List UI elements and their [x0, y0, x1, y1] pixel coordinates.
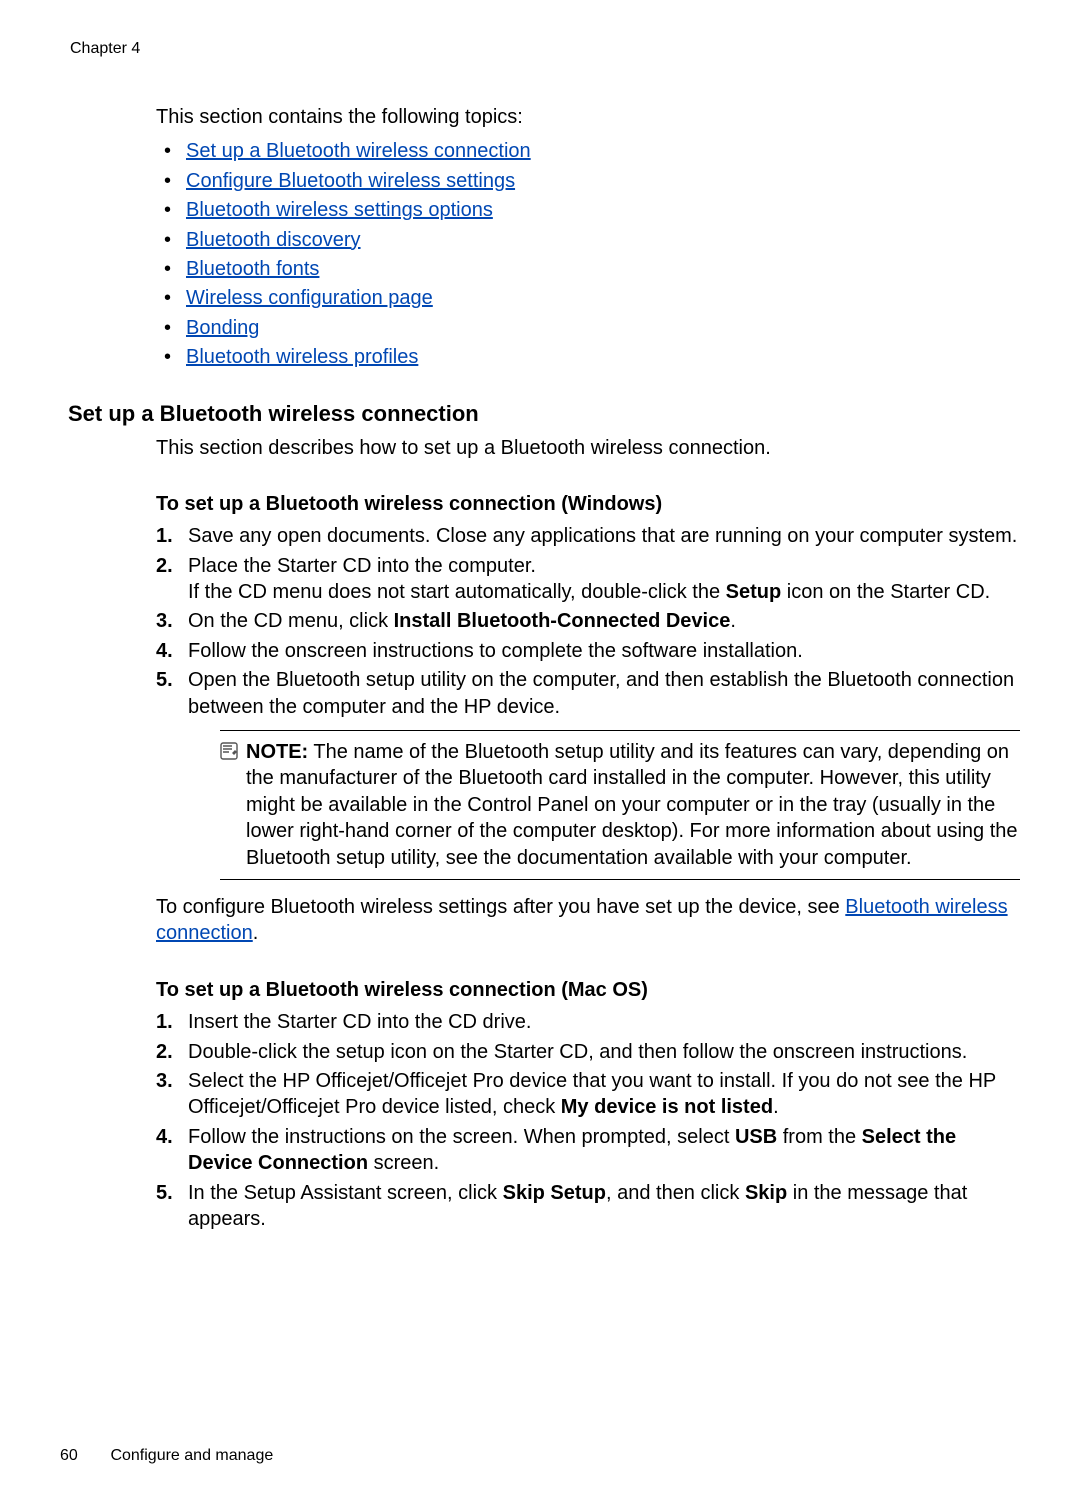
bold-text: Skip	[745, 1182, 787, 1204]
toc-item: Bluetooth wireless settings options	[156, 197, 1020, 223]
toc-link[interactable]: Set up a Bluetooth wireless connection	[186, 140, 531, 162]
step: Place the Starter CD into the computer. …	[156, 553, 1020, 606]
windows-steps: Save any open documents. Close any appli…	[156, 523, 1020, 880]
page-number: 60	[60, 1447, 106, 1465]
toc-link[interactable]: Bluetooth wireless profiles	[186, 346, 418, 368]
step-text: Save any open documents. Close any appli…	[188, 525, 1017, 547]
bold-text: Setup	[726, 581, 782, 603]
after-note: To configure Bluetooth wireless settings…	[156, 894, 1020, 947]
bold-text: USB	[735, 1126, 777, 1148]
step-text: If the CD menu does not start automatica…	[188, 581, 726, 603]
step-text: screen.	[368, 1152, 439, 1174]
note-label: NOTE:	[246, 741, 308, 763]
step: Select the HP Officejet/Officejet Pro de…	[156, 1068, 1020, 1121]
step: On the CD menu, click Install Bluetooth-…	[156, 608, 1020, 634]
step: Open the Bluetooth setup utility on the …	[156, 667, 1020, 880]
step-text: On the CD menu, click	[188, 610, 394, 632]
toc-link[interactable]: Bonding	[186, 317, 259, 339]
toc-item: Bluetooth fonts	[156, 256, 1020, 282]
step-text: .	[730, 610, 736, 632]
step-text: from the	[777, 1126, 861, 1148]
toc-item: Set up a Bluetooth wireless connection	[156, 138, 1020, 164]
intro-text: This section contains the following topi…	[156, 104, 1020, 130]
step-text: Follow the instructions on the screen. W…	[188, 1126, 735, 1148]
note-box: NOTE: The name of the Bluetooth setup ut…	[220, 730, 1020, 880]
step-text: Place the Starter CD into the computer.	[188, 555, 536, 577]
section-heading: Set up a Bluetooth wireless connection	[68, 401, 1020, 427]
toc-link[interactable]: Bluetooth fonts	[186, 258, 319, 280]
toc-link[interactable]: Wireless configuration page	[186, 287, 433, 309]
text: .	[253, 922, 259, 944]
step-text: icon on the Starter CD.	[781, 581, 990, 603]
toc-item: Wireless configuration page	[156, 285, 1020, 311]
mac-steps: Insert the Starter CD into the CD drive.…	[156, 1009, 1020, 1232]
step-text: Open the Bluetooth setup utility on the …	[188, 669, 1014, 717]
mac-subheading: To set up a Bluetooth wireless connectio…	[156, 977, 1020, 1003]
bold-text: Install Bluetooth-Connected Device	[394, 610, 731, 632]
step-text: , and then click	[606, 1182, 745, 1204]
step: Follow the onscreen instructions to comp…	[156, 638, 1020, 664]
footer-title: Configure and manage	[110, 1447, 273, 1464]
step: Save any open documents. Close any appli…	[156, 523, 1020, 549]
footer: 60 Configure and manage	[60, 1447, 273, 1465]
toc-item: Bonding	[156, 315, 1020, 341]
bold-text: Skip Setup	[503, 1182, 606, 1204]
step-text: Double-click the setup icon on the Start…	[188, 1041, 967, 1063]
toc-link[interactable]: Bluetooth wireless settings options	[186, 199, 493, 221]
toc-list: Set up a Bluetooth wireless connection C…	[156, 138, 1020, 370]
step: In the Setup Assistant screen, click Ski…	[156, 1180, 1020, 1233]
text: To configure Bluetooth wireless settings…	[156, 896, 845, 918]
section-desc: This section describes how to set up a B…	[156, 435, 1020, 461]
step-text: Follow the onscreen instructions to comp…	[188, 640, 803, 662]
windows-subheading: To set up a Bluetooth wireless connectio…	[156, 491, 1020, 517]
toc-item: Bluetooth discovery	[156, 227, 1020, 253]
note-text: The name of the Bluetooth setup utility …	[246, 741, 1018, 869]
step: Follow the instructions on the screen. W…	[156, 1124, 1020, 1177]
toc-link[interactable]: Configure Bluetooth wireless settings	[186, 170, 515, 192]
step-text: .	[773, 1096, 779, 1118]
step-text: In the Setup Assistant screen, click	[188, 1182, 503, 1204]
page: Chapter 4 This section contains the foll…	[0, 0, 1080, 1495]
note-icon	[220, 741, 238, 759]
toc-item: Configure Bluetooth wireless settings	[156, 168, 1020, 194]
bold-text: My device is not listed	[561, 1096, 773, 1118]
step-text: Insert the Starter CD into the CD drive.	[188, 1011, 531, 1033]
step: Double-click the setup icon on the Start…	[156, 1039, 1020, 1065]
toc-link[interactable]: Bluetooth discovery	[186, 229, 361, 251]
step: Insert the Starter CD into the CD drive.	[156, 1009, 1020, 1035]
chapter-label: Chapter 4	[70, 40, 1020, 58]
toc-item: Bluetooth wireless profiles	[156, 344, 1020, 370]
